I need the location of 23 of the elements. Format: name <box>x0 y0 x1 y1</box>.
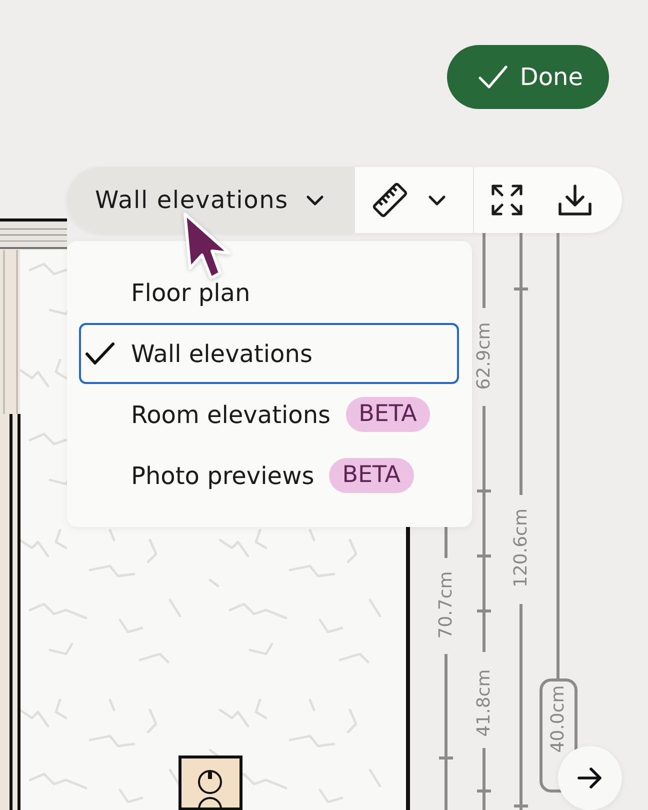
dimension-label: 120.6cm <box>510 508 532 588</box>
menu-item[interactable]: Room elevations BETA <box>79 384 459 445</box>
dimension-label: 40.0cm <box>548 685 568 753</box>
chevron-down-icon <box>428 194 446 206</box>
menu-item[interactable]: Wall elevations <box>79 323 459 384</box>
power-outlet <box>178 756 242 810</box>
dimension-label: 41.8cm <box>474 669 494 737</box>
menu-item[interactable]: Floor plan <box>79 262 459 323</box>
view-dropdown[interactable]: Wall elevations <box>67 167 355 233</box>
ruler-icon <box>372 182 408 218</box>
checkmark-icon <box>85 342 115 366</box>
chevron-down-icon <box>306 194 324 206</box>
beta-badge: BETA <box>329 458 414 494</box>
download-icon <box>558 184 592 216</box>
arrow-right-icon <box>577 767 603 789</box>
dimension-label: 62.9cm <box>474 322 494 390</box>
dimension-label: 70.7cm <box>436 571 456 639</box>
menu-item[interactable]: Photo previews BETA <box>79 445 459 506</box>
fullscreen-icon <box>491 184 523 216</box>
done-button[interactable]: Done <box>446 45 609 109</box>
check-icon <box>478 65 508 89</box>
wall-moulding <box>0 218 68 250</box>
beta-badge: BETA <box>346 396 430 432</box>
